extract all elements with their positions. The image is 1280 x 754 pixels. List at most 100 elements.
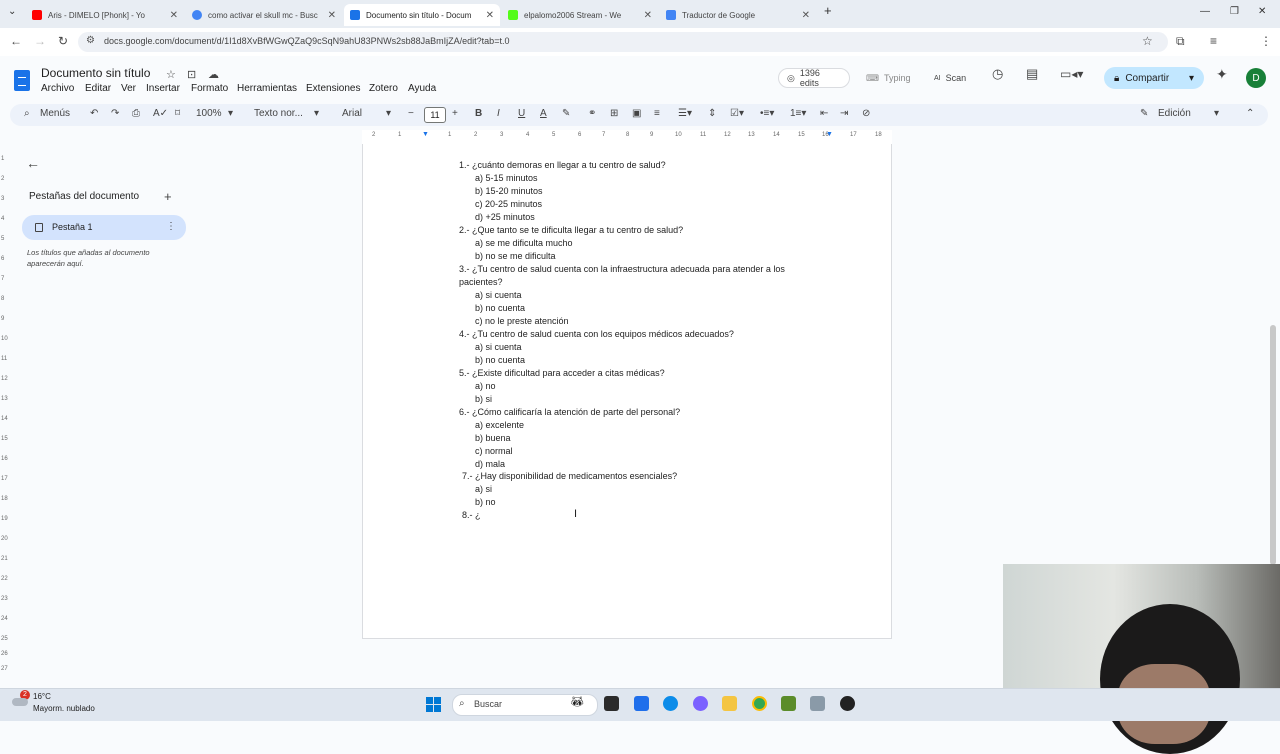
paragraph-style-select[interactable]: Texto nor... <box>254 108 303 119</box>
document-title[interactable]: Documento sin título <box>41 66 150 80</box>
file-explorer-icon[interactable] <box>722 696 737 711</box>
browser-tab-youtube[interactable]: Aris - DIMELO [Phonk] - Yo ✕ <box>26 4 184 26</box>
chrome-icon[interactable] <box>752 696 767 711</box>
bold-icon[interactable]: B <box>475 108 482 119</box>
move-folder-icon[interactable]: ⊡ <box>187 68 196 81</box>
minecraft-icon[interactable] <box>781 696 796 711</box>
add-tab-icon[interactable]: + <box>164 189 172 204</box>
menu-archivo[interactable]: Archivo <box>41 83 74 94</box>
checklist-icon[interactable]: ☑▾ <box>730 108 744 119</box>
answer-line[interactable]: a) excelente <box>475 420 524 430</box>
text-color-icon[interactable]: A <box>540 108 547 119</box>
close-tab-icon[interactable]: ✕ <box>486 10 494 21</box>
question-line[interactable]: 1.- ¿cuánto demoras en llegar a tu centr… <box>459 160 666 170</box>
underline-icon[interactable]: U <box>518 108 525 119</box>
menu-insertar[interactable]: Insertar <box>146 83 180 94</box>
scan-button[interactable]: AI Scan <box>926 68 976 88</box>
gemini-icon[interactable]: ✦ <box>1216 66 1228 83</box>
document-page[interactable] <box>362 144 892 639</box>
close-tab-icon[interactable]: ✕ <box>644 10 652 21</box>
chevron-down-icon[interactable]: ▾ <box>1189 73 1194 84</box>
right-indent-marker-icon[interactable]: ▼ <box>826 131 833 138</box>
add-comment-icon[interactable]: ⊞ <box>610 108 618 119</box>
question-line[interactable]: 7.- ¿Hay disponibilidad de medicamentos … <box>462 471 677 481</box>
answer-line[interactable]: a) si cuenta <box>475 342 522 352</box>
question-line[interactable]: 8.- ¿ <box>462 510 481 520</box>
answer-line[interactable]: b) si <box>475 394 492 404</box>
browser-tab-translate[interactable]: Traductor de Google ✕ <box>660 4 816 26</box>
menus-search[interactable]: Menús <box>40 108 70 119</box>
increase-font-icon[interactable]: + <box>452 108 458 119</box>
task-view-icon[interactable] <box>604 696 619 711</box>
minimize-icon[interactable]: — <box>1200 6 1210 17</box>
answer-line[interactable]: c) no le preste atención <box>475 316 569 326</box>
font-select[interactable]: Arial <box>342 108 362 119</box>
menu-ver[interactable]: Ver <box>121 83 136 94</box>
menu-editar[interactable]: Editar <box>85 83 111 94</box>
question-line-continued[interactable]: pacientes? <box>459 277 503 287</box>
editing-mode-select[interactable]: Edición <box>1158 108 1191 119</box>
edits-counter[interactable]: ◎ 1396 edits <box>778 68 850 88</box>
indent-marker-icon[interactable]: ▼ <box>422 131 429 138</box>
question-line[interactable]: 4.- ¿Tu centro de salud cuenta con los e… <box>459 329 734 339</box>
reading-list-icon[interactable]: ≡ <box>1210 34 1217 48</box>
answer-line[interactable]: c) normal <box>475 446 513 456</box>
new-tab-icon[interactable]: + <box>824 3 832 18</box>
close-window-icon[interactable]: ✕ <box>1258 6 1266 17</box>
answer-line[interactable]: b) no <box>475 497 496 507</box>
highlight-icon[interactable]: ✎ <box>562 108 570 119</box>
print-icon[interactable]: ⎙ <box>132 108 140 119</box>
spellcheck-icon[interactable]: A✓ <box>153 108 168 119</box>
menu-extensiones[interactable]: Extensiones <box>306 83 360 94</box>
link-icon[interactable]: ⚭ <box>588 108 596 119</box>
close-tab-icon[interactable]: ✕ <box>802 10 810 21</box>
font-size-input[interactable]: 11 <box>424 107 446 123</box>
zoom-select[interactable]: 100% <box>196 108 222 119</box>
decrease-indent-icon[interactable]: ⇤ <box>820 108 828 119</box>
menu-herramientas[interactable]: Herramientas <box>237 83 297 94</box>
line-spacing-icon[interactable]: ⇕ <box>708 108 716 119</box>
numbered-list-icon[interactable]: 1≡▾ <box>790 108 806 119</box>
version-history-icon[interactable]: ◷ <box>992 66 1003 82</box>
back-icon[interactable]: ← <box>10 34 22 48</box>
answer-line[interactable]: a) se me dificulta mucho <box>475 238 573 248</box>
answer-line[interactable]: b) no cuenta <box>475 355 525 365</box>
address-bar[interactable]: ⚙ docs.google.com/document/d/1I1d8XvBfWG… <box>78 32 1168 52</box>
tab-search-icon[interactable]: ⌄ <box>8 6 16 17</box>
answer-line[interactable]: d) +25 minutos <box>475 212 535 222</box>
back-arrow-icon[interactable]: ← <box>26 155 40 171</box>
question-line[interactable]: 5.- ¿Existe dificultad para acceder a ci… <box>459 368 665 378</box>
forward-icon[interactable]: → <box>34 34 46 48</box>
align-icon[interactable]: ☰▾ <box>678 108 692 119</box>
bookmark-star-icon[interactable]: ☆ <box>1142 34 1153 48</box>
question-line[interactable]: 6.- ¿Cómo calificaría la atención de par… <box>459 407 680 417</box>
weather-icon[interactable]: 2 <box>12 690 30 708</box>
avatar[interactable]: D <box>1246 68 1266 88</box>
answer-line[interactable]: a) si <box>475 484 492 494</box>
browser-tab-docs[interactable]: Documento sin título - Docum ✕ <box>344 4 500 26</box>
star-icon[interactable]: ☆ <box>166 68 176 81</box>
answer-line[interactable]: a) si cuenta <box>475 290 522 300</box>
edge-icon[interactable] <box>663 696 678 711</box>
copilot-icon[interactable] <box>693 696 708 711</box>
menu-formato[interactable]: Formato <box>191 83 228 94</box>
menu-zotero[interactable]: Zotero <box>369 83 398 94</box>
store-icon[interactable] <box>634 696 649 711</box>
answer-line[interactable]: c) 20-25 minutos <box>475 199 542 209</box>
italic-icon[interactable]: I <box>497 108 500 119</box>
answer-line[interactable]: d) mala <box>475 459 505 469</box>
docs-logo-icon[interactable] <box>14 70 30 91</box>
collapse-menus-icon[interactable]: ⌃ <box>1246 108 1254 119</box>
undo-icon[interactable]: ↶ <box>90 108 98 119</box>
close-tab-icon[interactable]: ✕ <box>328 10 336 21</box>
close-tab-icon[interactable]: ✕ <box>170 10 178 21</box>
windows-start-icon[interactable] <box>426 697 442 713</box>
horizontal-ruler[interactable]: 2 1 ▼ 1 2 3 4 5 6 7 8 9 10 11 12 13 14 1… <box>362 130 892 145</box>
menu-ayuda[interactable]: Ayuda <box>408 83 436 94</box>
answer-line[interactable]: a) 5-15 minutos <box>475 173 538 183</box>
document-tab-item[interactable] <box>22 215 186 240</box>
obs-icon[interactable] <box>840 696 855 711</box>
redo-icon[interactable]: ↷ <box>111 108 119 119</box>
answer-line[interactable]: b) no se me dificulta <box>475 251 556 261</box>
answer-line[interactable]: b) no cuenta <box>475 303 525 313</box>
